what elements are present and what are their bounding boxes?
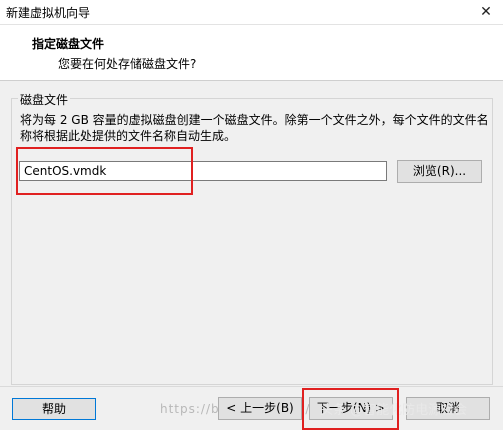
page-subtitle: 您要在何处存储磁盘文件? — [58, 57, 197, 71]
back-button[interactable]: < 上一步(B) — [218, 397, 302, 420]
help-button[interactable]: 帮助 — [12, 398, 96, 420]
browse-button[interactable]: 浏览(R)... — [397, 160, 482, 183]
highlight-box-file — [16, 147, 193, 195]
group-legend: 磁盘文件 — [18, 91, 71, 108]
footer-divider — [0, 386, 503, 387]
description-text: 将为每 2 GB 容量的虚拟磁盘创建一个磁盘文件。除第一个文件之外，每个文件的文… — [20, 113, 489, 143]
title-bar: 新建虚拟机向导 ✕ — [0, 0, 503, 25]
highlight-box-next — [302, 388, 399, 430]
page-title: 指定磁盘文件 — [32, 37, 105, 51]
close-icon[interactable]: ✕ — [469, 0, 503, 24]
window-title: 新建虚拟机向导 — [6, 6, 91, 20]
wizard-header: 指定磁盘文件 您要在何处存储磁盘文件? — [0, 25, 503, 81]
